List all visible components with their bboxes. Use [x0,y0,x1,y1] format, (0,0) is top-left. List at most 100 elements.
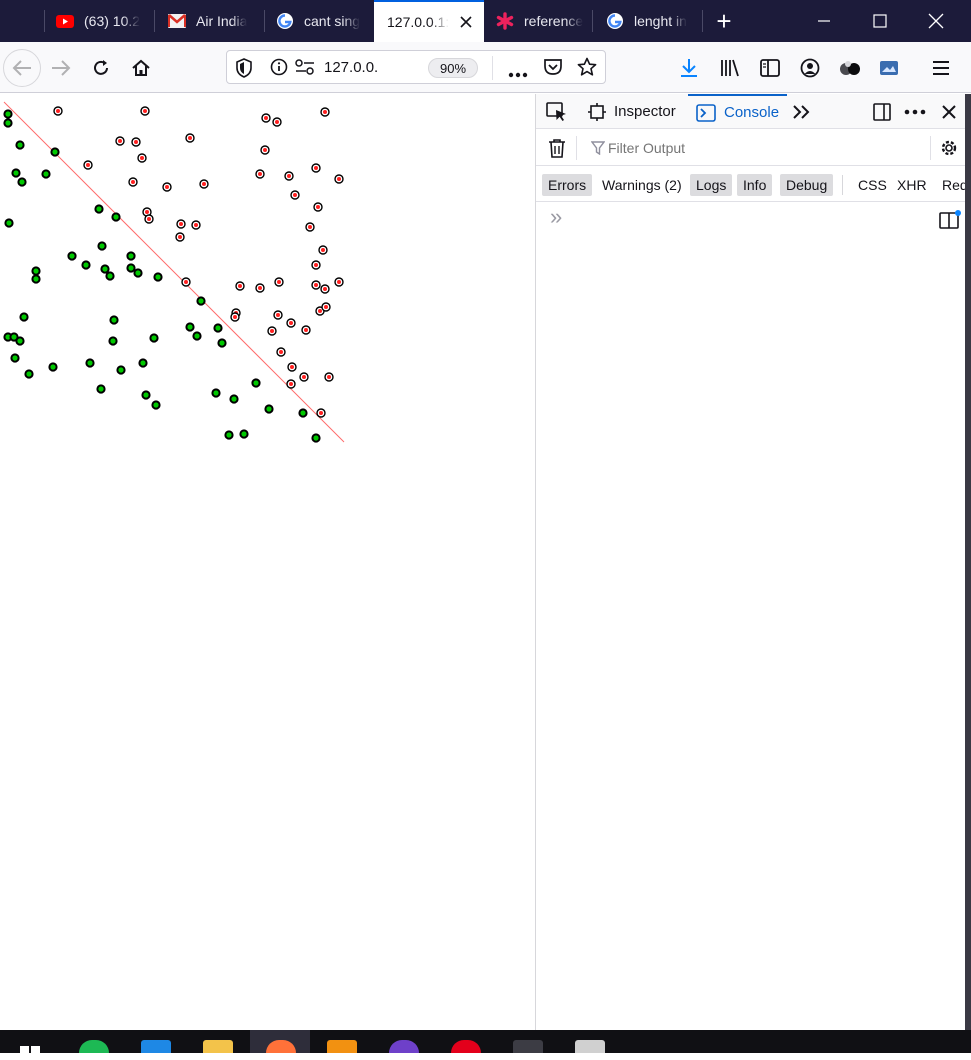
trash-icon[interactable] [548,138,566,163]
red-point [260,145,270,155]
green-point [31,274,41,284]
sublime-icon[interactable] [327,1040,357,1053]
google-icon [276,12,294,30]
red-point [299,372,309,382]
red-point [181,277,191,287]
bookmark-star-icon[interactable] [577,57,597,82]
account-icon[interactable] [793,51,827,85]
green-point [126,251,136,261]
hamburger-menu-icon[interactable] [924,51,958,85]
terminal-icon[interactable] [513,1040,543,1053]
tab-google-search[interactable]: cant sing [276,0,372,42]
opera-icon[interactable] [451,1040,481,1053]
console-filter-bar [536,130,966,166]
back-button[interactable] [3,49,41,87]
tab-inspector[interactable]: Inspector [588,94,676,129]
extension-icon[interactable] [833,51,867,85]
url-text[interactable]: 127.0.0. [324,59,414,76]
red-point [131,137,141,147]
tab-reference[interactable]: reference [496,0,586,42]
devtools-toolbar: Inspector Console [536,94,966,129]
tracking-shield-icon[interactable] [235,58,253,83]
windows-start-icon[interactable] [20,1042,40,1060]
tab-label: reference [524,13,584,29]
downloads-icon[interactable] [672,51,706,85]
red-point [137,153,147,163]
green-point [85,358,95,368]
filter-debug[interactable]: Debug [780,174,834,196]
github-desktop-icon[interactable] [389,1040,419,1053]
green-point [15,336,25,346]
console-prompt[interactable]: » [550,204,562,230]
filter-errors[interactable]: Errors [542,174,593,196]
new-tab-button[interactable]: + [696,0,752,42]
green-point [311,433,321,443]
close-tab-icon[interactable] [459,15,473,29]
dock-side-icon[interactable] [872,94,892,129]
red-point [313,202,323,212]
tab-gmail[interactable]: Air India [168,0,262,42]
tab-localhost[interactable]: 127.0.0.1: [374,0,484,42]
svg-editor-icon[interactable] [575,1040,605,1053]
tab-label: lenght in [634,13,687,29]
tab-label: Air India [196,13,248,29]
library-icon[interactable] [713,51,747,85]
youtube-icon [56,12,74,30]
green-point [239,429,249,439]
os-taskbar [0,1030,971,1055]
filter-warnings[interactable]: Warnings (2) [596,174,688,196]
green-point [153,272,163,282]
red-point [199,179,209,189]
sidebar-icon[interactable] [753,51,787,85]
devtools-panel: Inspector Console Filter Output Errors W… [535,94,966,1030]
pocket-icon[interactable] [543,58,563,81]
spotify-icon[interactable] [79,1040,109,1053]
console-settings-gear-icon[interactable] [938,137,960,164]
filter-css[interactable]: CSS [852,174,893,196]
page-content [0,94,535,1030]
filter-info[interactable]: Info [737,174,773,196]
page-actions-icon[interactable] [508,65,528,83]
close-devtools-icon[interactable] [941,94,957,129]
tab-console[interactable]: Console [688,94,788,129]
red-point [301,325,311,335]
red-point [191,220,201,230]
green-point [224,430,234,440]
home-button[interactable] [124,51,158,85]
red-point [290,190,300,200]
zoom-level-badge[interactable]: 90% [428,58,478,78]
red-point [83,160,93,170]
info-icon[interactable] [270,58,288,81]
filter-requests[interactable]: Requests [936,174,966,196]
minimize-icon[interactable] [796,0,852,42]
screenshot-extension-icon[interactable] [872,51,906,85]
permissions-icon[interactable] [295,59,315,80]
green-point [11,168,21,178]
red-point [316,408,326,418]
inspector-label: Inspector [614,103,676,120]
green-point [141,390,151,400]
red-point [284,171,294,181]
green-point [97,241,107,251]
url-bar[interactable]: 127.0.0. 90% [226,50,606,84]
forward-button[interactable] [44,51,78,85]
tab-separator [264,10,265,32]
more-tools-chevron-icon[interactable] [792,94,812,129]
element-picker-icon[interactable] [546,94,568,129]
red-point [320,284,330,294]
filter-output-input[interactable] [608,138,948,158]
red-point [273,310,283,320]
tab-youtube[interactable]: (63) 10.2 [56,0,154,42]
filter-xhr[interactable]: XHR [891,174,933,196]
tab-google-length[interactable]: lenght in [606,0,698,42]
red-point [286,379,296,389]
split-console-icon[interactable] [938,210,962,235]
reload-button[interactable] [84,51,118,85]
window-close-icon[interactable] [908,0,964,42]
devtools-options-icon[interactable] [904,94,926,129]
filter-logs[interactable]: Logs [690,174,733,196]
maximize-icon[interactable] [852,0,908,42]
vscode-icon[interactable] [141,1040,171,1053]
file-explorer-icon[interactable] [203,1040,233,1053]
green-point [10,353,20,363]
